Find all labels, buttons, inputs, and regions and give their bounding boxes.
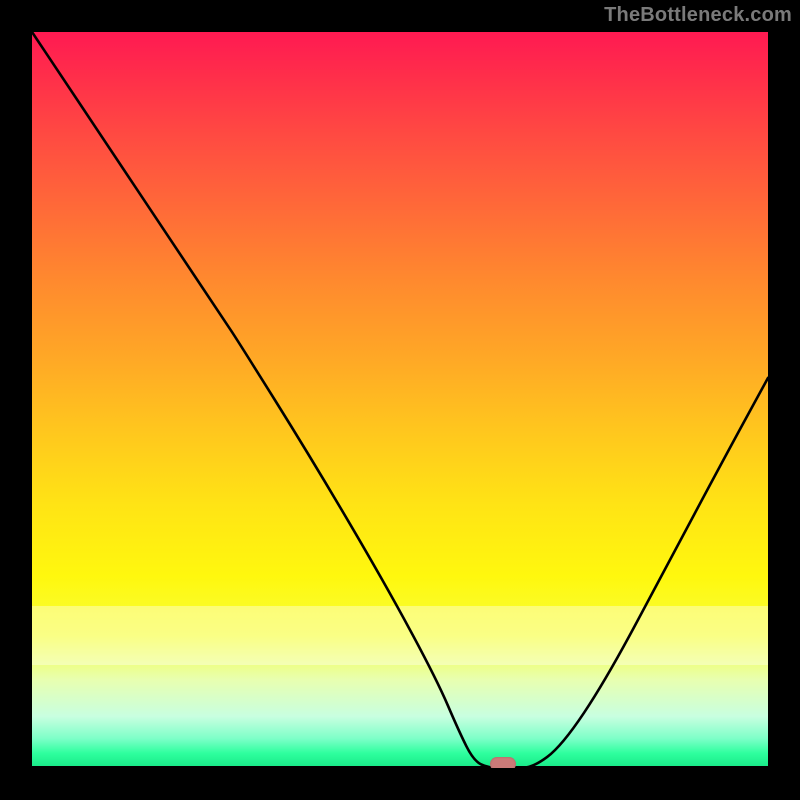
curve-path — [32, 32, 768, 768]
watermark-text: TheBottleneck.com — [604, 4, 792, 27]
optimal-marker — [490, 757, 516, 768]
plot-area — [32, 32, 768, 768]
bottleneck-curve — [32, 32, 768, 768]
chart-frame: TheBottleneck.com — [0, 0, 800, 800]
